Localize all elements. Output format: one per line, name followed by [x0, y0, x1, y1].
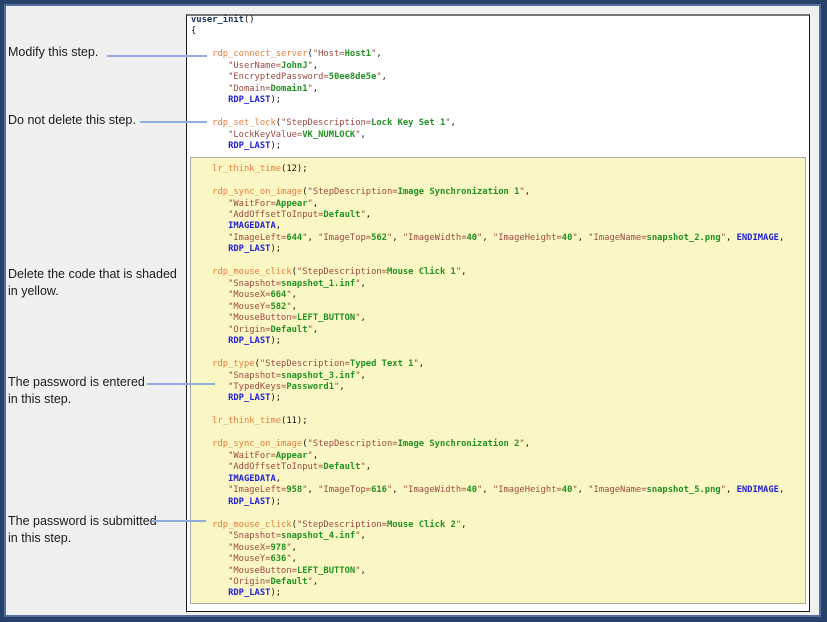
- code-line: "LockKeyValue=VK_NUMLOCK",: [191, 130, 784, 141]
- code-line: RDP_LAST);: [191, 95, 784, 106]
- code-line: [191, 508, 784, 519]
- code-line: [191, 176, 784, 187]
- annotation-password-submitted: The password is submitted in this step.: [8, 513, 157, 547]
- code-line: "AddOffsetToInput=Default",: [191, 462, 784, 473]
- code-line: [191, 153, 784, 164]
- code-line: "Origin=Default",: [191, 577, 784, 588]
- code-line: IMAGEDATA,: [191, 221, 784, 232]
- code-line: "ImageLeft=644", "ImageTop=562", "ImageW…: [191, 233, 784, 244]
- code-line: rdp_set_lock("StepDescription=Lock Key S…: [191, 118, 784, 129]
- code-line: vuser_init(): [191, 15, 784, 26]
- code-line: [191, 107, 784, 118]
- code-line: RDP_LAST);: [191, 141, 784, 152]
- code-line: rdp_sync_on_image("StepDescription=Image…: [191, 439, 784, 450]
- code-line: "UserName=JohnJ",: [191, 61, 784, 72]
- code-line: RDP_LAST);: [191, 588, 784, 599]
- code-line: rdp_connect_server("Host=Host1",: [191, 49, 784, 60]
- code-line: "ImageLeft=958", "ImageTop=616", "ImageW…: [191, 485, 784, 496]
- code-line: {: [191, 26, 784, 37]
- code-line: RDP_LAST);: [191, 497, 784, 508]
- code-line: "TypedKeys=Password1",: [191, 382, 784, 393]
- code-line: "AddOffsetToInput=Default",: [191, 210, 784, 221]
- code-line: "Snapshot=snapshot_3.inf",: [191, 371, 784, 382]
- code-line: RDP_LAST);: [191, 336, 784, 347]
- connector-line-do-not-delete: [140, 121, 207, 123]
- annotation-do-not-delete-step: Do not delete this step.: [8, 112, 136, 129]
- code-line: "MouseY=582",: [191, 302, 784, 313]
- code-line: "Origin=Default",: [191, 325, 784, 336]
- code-line: "MouseButton=LEFT_BUTTON",: [191, 313, 784, 324]
- annotation-modify-step: Modify this step.: [8, 44, 98, 61]
- code-line: RDP_LAST);: [191, 393, 784, 404]
- connector-line-modify: [107, 55, 207, 57]
- code-line: [191, 348, 784, 359]
- code-line: rdp_mouse_click("StepDescription=Mouse C…: [191, 520, 784, 531]
- code-line: "Snapshot=snapshot_4.inf",: [191, 531, 784, 542]
- code-line: "MouseButton=LEFT_BUTTON",: [191, 566, 784, 577]
- code-line: "EncryptedPassword=50ee8de5e",: [191, 72, 784, 83]
- code-line: rdp_mouse_click("StepDescription=Mouse C…: [191, 267, 784, 278]
- code-line: "WaitFor=Appear",: [191, 451, 784, 462]
- code-block: vuser_init(){ rdp_connect_server("Host=H…: [191, 15, 784, 600]
- code-line: rdp_sync_on_image("StepDescription=Image…: [191, 187, 784, 198]
- code-line: [191, 38, 784, 49]
- code-line: [191, 405, 784, 416]
- code-line: "WaitFor=Appear",: [191, 199, 784, 210]
- code-line: lr_think_time(11);: [191, 416, 784, 427]
- annotation-password-entered: The password is entered in this step.: [8, 374, 145, 408]
- annotation-delete-yellow-code: Delete the code that is shaded in yellow…: [8, 266, 177, 300]
- code-line: IMAGEDATA,: [191, 474, 784, 485]
- code-line: rdp_type("StepDescription=Typed Text 1",: [191, 359, 784, 370]
- code-line: [191, 428, 784, 439]
- code-line: lr_think_time(12);: [191, 164, 784, 175]
- code-line: "Domain=Domain1",: [191, 84, 784, 95]
- connector-line-password-submitted: [152, 520, 206, 522]
- code-line: "Snapshot=snapshot_1.inf",: [191, 279, 784, 290]
- code-line: "MouseX=664",: [191, 290, 784, 301]
- code-line: "MouseX=978",: [191, 543, 784, 554]
- code-line: [191, 256, 784, 267]
- code-line: RDP_LAST);: [191, 244, 784, 255]
- connector-line-password-entered: [147, 383, 215, 385]
- code-line: "MouseY=636",: [191, 554, 784, 565]
